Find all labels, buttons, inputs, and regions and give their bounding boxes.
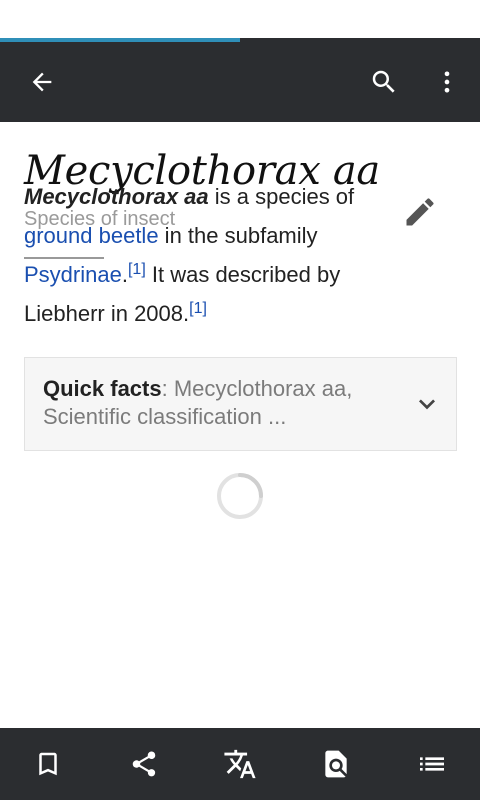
find-in-page-button[interactable]	[312, 740, 360, 788]
lead-text: is a species of	[208, 184, 355, 209]
loading-spinner	[217, 473, 263, 519]
reference-link-2[interactable]: [1]	[189, 300, 207, 317]
translate-icon	[224, 749, 256, 779]
edit-button[interactable]	[396, 188, 444, 236]
share-icon	[132, 751, 156, 777]
overflow-menu-button[interactable]	[423, 58, 471, 106]
status-area	[0, 0, 480, 38]
quick-facts-panel[interactable]: Quick facts: Mecyclothorax aa, Scientifi…	[24, 357, 457, 451]
reference-link-1[interactable]: [1]	[128, 261, 146, 278]
back-arrow-icon	[32, 72, 52, 92]
bookmark-icon	[39, 752, 57, 776]
chevron-down-icon	[419, 399, 435, 410]
find-in-page-icon	[325, 750, 347, 778]
lead-text: in the subfamily	[158, 223, 318, 248]
share-button[interactable]	[120, 740, 168, 788]
save-page-button[interactable]	[24, 740, 72, 788]
link-ground-beetle[interactable]: ground beetle	[24, 223, 159, 248]
article-content: Mecyclothorax aa Species of insect Mecyc…	[0, 122, 480, 728]
pencil-icon	[406, 198, 434, 226]
top-toolbar	[0, 42, 480, 122]
bottom-action-bar	[0, 728, 480, 800]
change-language-button[interactable]	[216, 740, 264, 788]
lead-paragraph: Mecyclothorax aa is a species of ground …	[24, 177, 384, 333]
quick-facts-text: Quick facts: Mecyclothorax aa, Scientifi…	[43, 375, 393, 431]
quick-facts-label: Quick facts	[43, 376, 162, 401]
back-button[interactable]	[18, 58, 66, 106]
table-of-contents-button[interactable]	[408, 740, 456, 788]
search-icon	[372, 70, 395, 93]
lead-species-name: Mecyclothorax aa	[24, 184, 209, 209]
search-button[interactable]	[360, 58, 408, 106]
contents-list-icon	[420, 757, 444, 771]
link-psydrinae[interactable]: Psydrinae	[24, 262, 122, 287]
more-vert-icon	[444, 71, 450, 93]
quick-facts-expand[interactable]	[407, 384, 447, 424]
